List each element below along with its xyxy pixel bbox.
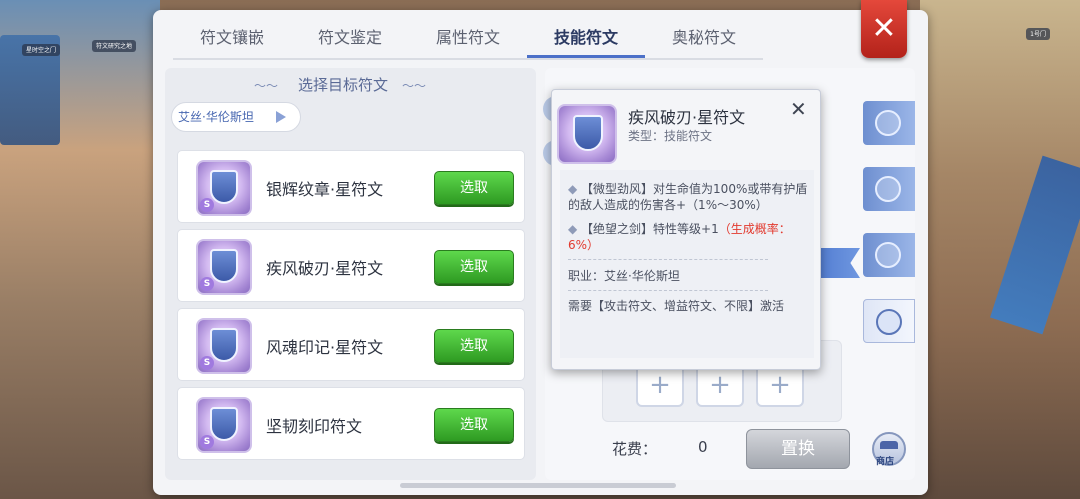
rune-icon: S	[196, 239, 252, 295]
tooltip-effect-1: ◆ 【微型劲风】对生命值为100%或带有护盾的敌人造成的伤害各+（1%～30%）	[568, 181, 808, 213]
select-button[interactable]: 选取	[434, 250, 514, 284]
background-nameplate: 星时空之门	[22, 44, 61, 56]
gem-badge: S	[200, 277, 214, 291]
list-item[interactable]: S 风魂印记·星符文 选取	[177, 308, 525, 381]
side-tab-star[interactable]	[863, 101, 915, 145]
tab-rune-inlay[interactable]: 符文镶嵌	[173, 18, 291, 58]
shield-icon	[210, 170, 238, 204]
gem-badge: S	[200, 356, 214, 370]
rune-name: 坚韧刻印符文	[266, 417, 363, 436]
effect-text: 【微型劲风】对生命值为100%或带有护盾的敌人造成的伤害各+（1%～30%）	[568, 182, 808, 212]
wind-icon	[875, 176, 901, 202]
tab-attribute-rune[interactable]: 属性符文	[409, 18, 527, 58]
tab-bar: 符文镶嵌 符文鉴定 属性符文 技能符文 奥秘符文	[173, 18, 763, 60]
background-nameplate: 符文研究之地	[92, 40, 137, 52]
diamond-bullet-icon: ◆	[568, 222, 582, 236]
rune-name: 疾风破刃·星符文	[266, 259, 384, 278]
rune-icon: S	[196, 160, 252, 216]
divider	[568, 290, 768, 291]
tooltip-rune-icon	[557, 104, 617, 164]
shop-label: 商店	[876, 457, 895, 467]
tooltip-job: 职业：艾丝·华伦斯坦	[568, 269, 680, 283]
background-nameplate: 1号门	[1026, 28, 1050, 40]
tower-icon	[875, 242, 901, 268]
diamond-bullet-icon: ◆	[568, 182, 582, 196]
exchange-icon	[876, 309, 902, 335]
select-button[interactable]: 选取	[434, 329, 514, 363]
rune-icon: S	[196, 318, 252, 374]
shop-icon	[880, 441, 898, 449]
shield-icon	[210, 328, 238, 362]
tooltip-title: 疾风破刃·星符文	[628, 108, 746, 127]
cost-value: 0	[698, 438, 708, 456]
list-item[interactable]: S 银辉纹章·星符文 选取	[177, 150, 525, 223]
replace-button[interactable]: 置换	[746, 429, 850, 469]
tab-arcane-rune[interactable]: 奥秘符文	[645, 18, 763, 58]
divider	[568, 259, 768, 260]
select-button[interactable]: 选取	[434, 171, 514, 205]
rune-icon: S	[196, 397, 252, 453]
gem-badge: S	[200, 435, 214, 449]
tooltip-type: 类型：技能符文	[628, 129, 713, 143]
side-tab-exchange[interactable]	[863, 299, 915, 343]
list-item[interactable]: S 疾风破刃·星符文 选取	[177, 229, 525, 302]
tooltip-requirement: 需要【攻击符文、增益符文、不限】激活	[568, 299, 785, 313]
tooltip-close-icon[interactable]: ✕	[790, 97, 807, 121]
list-item[interactable]: S 坚韧刻印符文 选取	[177, 387, 525, 460]
rune-name: 银辉纹章·星符文	[266, 180, 384, 199]
play-arrow-icon	[276, 111, 286, 123]
tooltip-effect-2: ◆ 【绝望之剑】特性等级+1（生成概率：6%）	[568, 221, 808, 253]
cost-label: 花费：	[612, 440, 658, 458]
character-selector[interactable]: 艾丝·华伦斯坦	[171, 102, 301, 132]
select-button[interactable]: 选取	[434, 408, 514, 442]
side-tab-wind[interactable]	[863, 167, 915, 211]
shield-icon	[210, 407, 238, 441]
close-button[interactable]: ✕	[861, 0, 907, 58]
horizontal-scrollbar[interactable]	[400, 483, 676, 488]
side-tab-tower[interactable]	[863, 233, 915, 277]
ornament-right-icon: 〜〜	[402, 79, 427, 93]
effect-text: 【绝望之剑】特性等级+1	[581, 222, 719, 236]
rune-name: 风魂印记·星符文	[266, 338, 384, 357]
gem-badge: S	[200, 198, 214, 212]
shield-icon	[210, 249, 238, 283]
shield-icon	[573, 115, 603, 151]
tab-skill-rune[interactable]: 技能符文	[527, 18, 645, 58]
character-name: 艾丝·华伦斯坦	[178, 110, 254, 124]
tab-rune-identify[interactable]: 符文鉴定	[291, 18, 409, 58]
star-icon	[875, 110, 901, 136]
close-icon: ✕	[871, 11, 897, 46]
